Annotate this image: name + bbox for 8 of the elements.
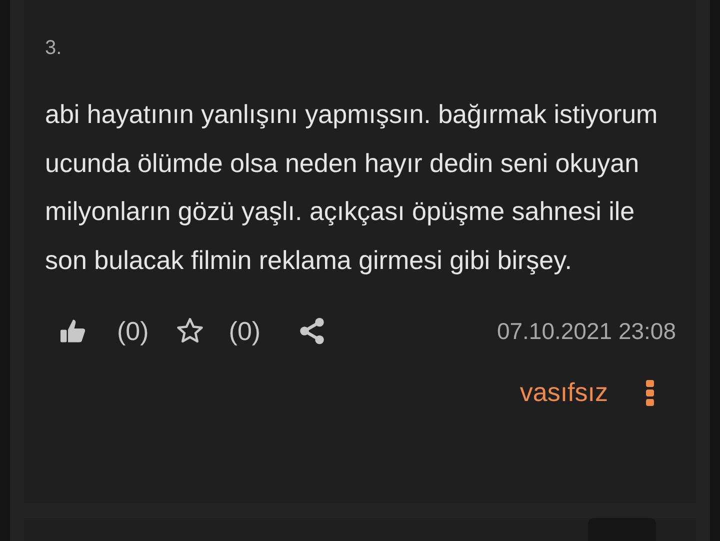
entry-text: abi hayatının yanlışını yapmışsın. bağırmak istiyorum ucunda ölümde olsa neden hayır dedin seni okuyan milyonların gözü yaşlı. açıkçası öpüşme sahnesi ile son bulacak filmin reklama girmesi gibi birşey. <box>45 98 659 276</box>
entry-date: 07.10.2021 23:08 <box>496 316 676 346</box>
more-vertical-icon <box>646 380 654 406</box>
favorite-count: (0) <box>228 314 261 348</box>
like-count: (0) <box>117 314 149 348</box>
more-button[interactable] <box>644 378 656 408</box>
entry-number: 3. <box>45 36 62 61</box>
author-link[interactable]: vasıfsız <box>520 373 608 412</box>
